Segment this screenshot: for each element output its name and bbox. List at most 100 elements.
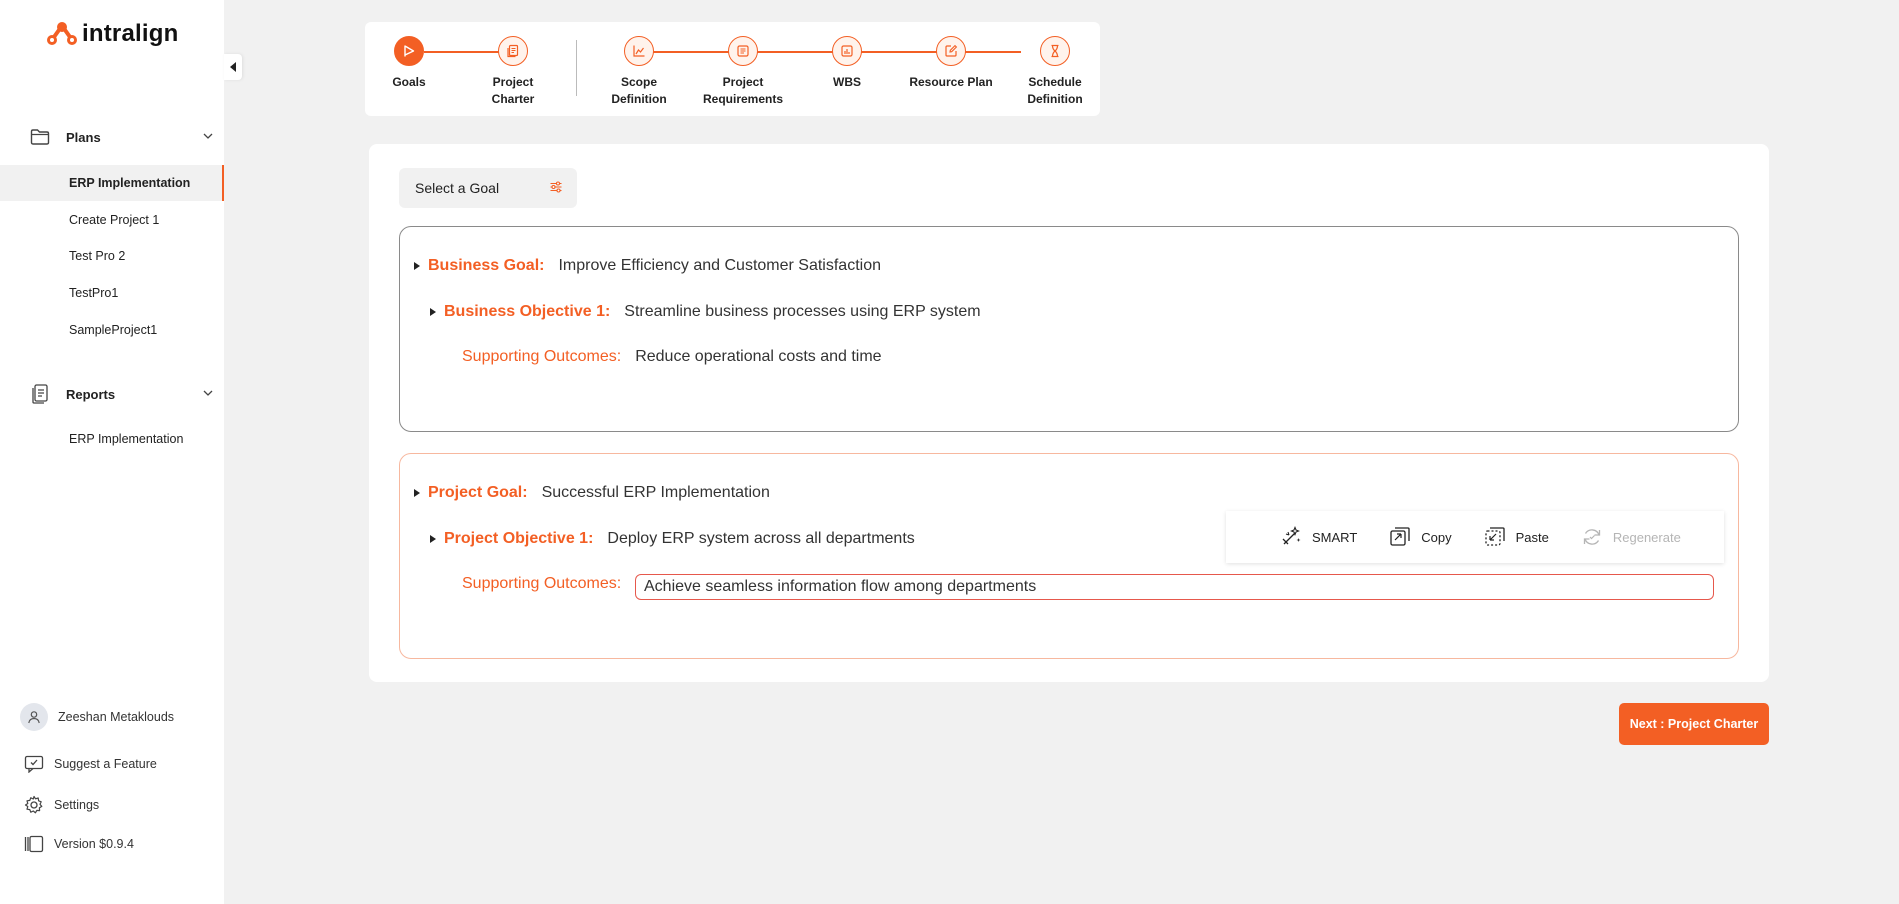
app-name: intralign xyxy=(82,20,179,47)
sidebar-item-sampleproject1[interactable]: SampleProject1 xyxy=(0,312,224,348)
project-outcomes-key: Supporting Outcomes: xyxy=(462,575,622,592)
supporting-outcome-text: Achieve seamless information flow among … xyxy=(644,578,1037,595)
step-circle xyxy=(728,36,758,66)
reports-section-header[interactable]: Reports xyxy=(30,383,214,405)
sidebar-item-report-erp-implementation[interactable]: ERP Implementation xyxy=(0,421,224,457)
step-label: WBS xyxy=(833,75,861,89)
smart-button[interactable]: SMART xyxy=(1280,526,1357,548)
step-circle xyxy=(1040,36,1070,66)
step-project-requirements[interactable]: Project Requirements xyxy=(693,36,793,108)
step-label: Project Requirements xyxy=(702,75,784,106)
step-label: Schedule Definition xyxy=(1027,75,1083,106)
business-objective-key: Business Objective 1: xyxy=(444,303,611,320)
expand-toggle-icon[interactable] xyxy=(414,262,420,270)
step-wbs[interactable]: WBS xyxy=(797,36,897,91)
business-outcomes-value[interactable]: Reduce operational costs and time xyxy=(635,348,881,366)
step-label: Resource Plan xyxy=(909,75,993,89)
copy-icon xyxy=(1390,527,1410,546)
business-outcomes-key: Supporting Outcomes: xyxy=(462,348,622,365)
project-objective-value[interactable]: Deploy ERP system across all departments xyxy=(607,530,914,548)
sidebar-item-label: ERP Implementation xyxy=(69,176,191,190)
project-goal-row: Project Goal: Successful ERP Implementat… xyxy=(414,484,770,502)
step-circle xyxy=(624,36,654,66)
project-goal-key: Project Goal: xyxy=(428,484,528,501)
sidebar-item-test-pro-2[interactable]: Test Pro 2 xyxy=(0,238,224,274)
smart-label: SMART xyxy=(1312,529,1358,545)
version-info: Version $0.9.4 xyxy=(24,835,134,853)
user-icon xyxy=(28,711,40,724)
suggest-feature-label: Suggest a Feature xyxy=(54,757,157,771)
business-outcomes-row: Supporting Outcomes: Reduce operational … xyxy=(462,348,882,366)
list-icon xyxy=(737,45,749,57)
sidebar: intralign Plans ERP Implementation Creat… xyxy=(0,0,242,904)
collapse-sidebar-button[interactable] xyxy=(224,54,242,80)
settings-button[interactable]: Settings xyxy=(24,795,99,815)
ai-actions-toolbar: SMART Copy Paste Regenerate xyxy=(1226,511,1724,563)
expand-toggle-icon[interactable] xyxy=(430,308,436,316)
document-icon xyxy=(507,44,519,58)
reports-label: Reports xyxy=(66,386,116,402)
version-label: Version $0.9.4 xyxy=(54,837,134,851)
project-goal-value[interactable]: Successful ERP Implementation xyxy=(542,484,770,502)
sidebar-item-label: SampleProject1 xyxy=(69,323,158,337)
expand-toggle-icon[interactable] xyxy=(430,535,436,543)
copy-label: Copy xyxy=(1421,529,1452,545)
goals-card: Select a Goal Business Goal: Improve Eff… xyxy=(369,144,1769,682)
flag-icon xyxy=(404,45,415,57)
step-label: Goals xyxy=(392,75,426,89)
step-circle xyxy=(832,36,862,66)
sidebar-item-testpro1[interactable]: TestPro1 xyxy=(0,275,224,311)
plans-section-header[interactable]: Plans xyxy=(30,126,214,148)
bar-chart-icon xyxy=(841,45,853,57)
step-goals[interactable]: Goals xyxy=(359,36,459,91)
gear-icon xyxy=(24,795,43,814)
sparkle-icon xyxy=(1282,526,1301,545)
stepper-divider xyxy=(576,40,577,96)
goal-select-dropdown[interactable]: Select a Goal xyxy=(399,168,577,208)
next-project-charter-button[interactable]: Next : Project Charter xyxy=(1619,703,1769,745)
user-profile[interactable]: Zeeshan Metaklouds xyxy=(20,703,174,731)
step-circle xyxy=(936,36,966,66)
refresh-icon xyxy=(1583,529,1601,545)
project-goal-box: Project Goal: Successful ERP Implementat… xyxy=(399,453,1739,659)
logo-icon xyxy=(47,22,77,45)
expand-toggle-icon[interactable] xyxy=(414,489,420,497)
plans-label: Plans xyxy=(66,129,101,145)
project-objective-row: Project Objective 1: Deploy ERP system a… xyxy=(430,530,915,548)
sidebar-item-label: TestPro1 xyxy=(69,286,119,300)
project-objective-key: Project Objective 1: xyxy=(444,530,594,547)
step-label: Scope Definition xyxy=(611,75,667,106)
regenerate-button[interactable]: Regenerate xyxy=(1581,526,1681,548)
suggest-feature-button[interactable]: Suggest a Feature xyxy=(24,755,157,773)
step-scope-definition[interactable]: Scope Definition xyxy=(589,36,689,108)
step-schedule-definition[interactable]: Schedule Definition xyxy=(1005,36,1105,108)
business-objective-row: Business Objective 1: Streamline busines… xyxy=(430,303,981,321)
folder-icon xyxy=(30,129,50,145)
settings-label: Settings xyxy=(54,798,100,812)
user-name: Zeeshan Metaklouds xyxy=(58,710,175,724)
business-goal-box: Business Goal: Improve Efficiency and Cu… xyxy=(399,226,1739,432)
step-circle xyxy=(498,36,528,66)
business-goal-row: Business Goal: Improve Efficiency and Cu… xyxy=(414,257,881,275)
paste-label: Paste xyxy=(1515,529,1549,545)
app-logo[interactable]: intralign xyxy=(46,20,178,48)
step-project-charter[interactable]: Project Charter xyxy=(463,36,563,108)
business-goal-value[interactable]: Improve Efficiency and Customer Satisfac… xyxy=(558,257,881,275)
feedback-icon xyxy=(24,755,44,773)
business-objective-value[interactable]: Streamline business processes using ERP … xyxy=(624,303,980,321)
step-resource-plan[interactable]: Resource Plan xyxy=(901,36,1001,91)
supporting-outcome-input[interactable]: Achieve seamless information flow among … xyxy=(635,574,1714,600)
sidebar-item-label: Create Project 1 xyxy=(69,213,160,227)
sidebar-item-create-project-1[interactable]: Create Project 1 xyxy=(0,202,224,238)
paste-button[interactable]: Paste xyxy=(1484,526,1549,548)
step-label: Project Charter xyxy=(491,75,535,106)
project-outcomes-row: Supporting Outcomes: xyxy=(462,575,635,593)
sidebar-item-label: ERP Implementation xyxy=(69,432,184,446)
business-goal-key: Business Goal: xyxy=(428,257,545,274)
hourglass-icon xyxy=(1051,44,1059,58)
regenerate-label: Regenerate xyxy=(1612,529,1681,545)
copy-button[interactable]: Copy xyxy=(1389,526,1452,548)
sidebar-layout-icon xyxy=(24,835,44,853)
step-circle xyxy=(394,36,424,66)
sidebar-item-erp-implementation[interactable]: ERP Implementation xyxy=(0,165,224,201)
